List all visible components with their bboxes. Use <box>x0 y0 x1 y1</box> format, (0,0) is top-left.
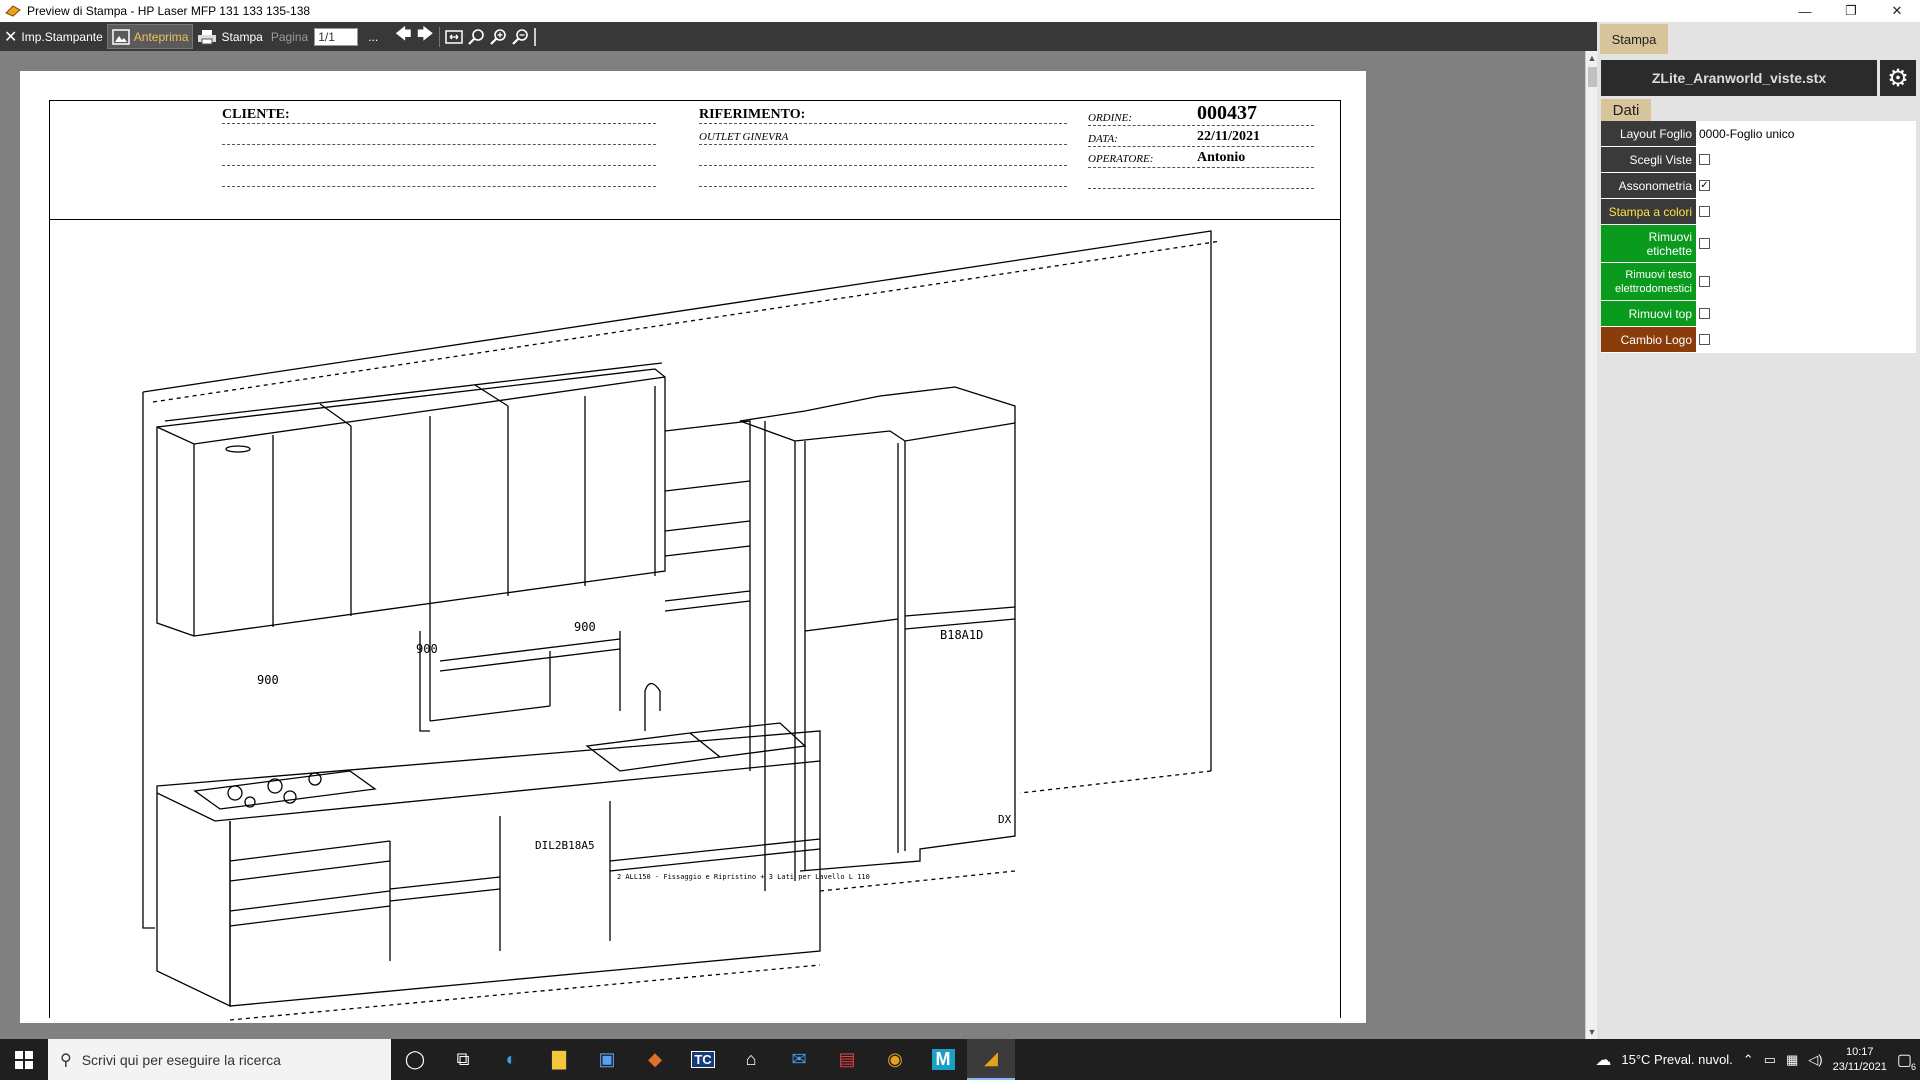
clock[interactable]: 10:17 23/11/2021 <box>1833 1045 1887 1075</box>
close-button[interactable]: ✕ <box>1874 0 1920 22</box>
print-preview-area[interactable]: CLIENTE: RIFERIMENTO: OUTLET GINEVRA ORD… <box>0 51 1585 1039</box>
cloud-icon: ☁ <box>1595 1051 1612 1069</box>
file-explorer-icon[interactable]: ▇ <box>535 1039 583 1080</box>
page-label: Pagina <box>270 29 309 44</box>
scegli-viste-checkbox[interactable] <box>1699 154 1710 165</box>
tab-stampa[interactable]: Stampa <box>1600 24 1668 54</box>
base-unit-label: DIL2B18A5 <box>535 839 595 852</box>
toolbar-separator <box>534 27 537 46</box>
wall-unit-label-2: 900 <box>416 642 438 656</box>
prop-label: Stampa a colori <box>1601 199 1696 224</box>
preview-toolbar: ✕ Imp.Stampante Anteprima Stampa Pagina … <box>0 22 1597 51</box>
arrow-left-icon[interactable]: 🡄 <box>392 26 414 48</box>
prop-rimuovi-testo-elettrodomestici[interactable]: Rimuovi testo elettrodomestici <box>1601 263 1916 301</box>
task-view-icon[interactable]: ⧉ <box>439 1039 487 1080</box>
print-label: Stampa <box>221 29 263 44</box>
rimuovi-testo-checkbox[interactable] <box>1699 276 1710 287</box>
windows-start-icon[interactable] <box>0 1039 48 1080</box>
drawing-note: 2 ALL150 - Fissaggio e Ripristino + 3 La… <box>617 873 870 881</box>
restore-button[interactable]: ❐ <box>1828 0 1874 22</box>
taskbar-search-box[interactable]: ⚲ Scrivi qui per eseguire la ricerca <box>48 1039 391 1080</box>
prop-label: Cambio Logo <box>1601 327 1696 352</box>
prop-label: Rimuovi testo elettrodomestici <box>1601 263 1696 300</box>
chevron-up-icon[interactable]: ⌃ <box>1743 1052 1754 1068</box>
stampa-a-colori-checkbox[interactable] <box>1699 206 1710 217</box>
mail-icon[interactable]: ✉ <box>775 1039 823 1080</box>
zoom-fit-icon[interactable] <box>465 26 487 48</box>
kitchen-app-icon[interactable]: ◢ <box>967 1039 1015 1080</box>
rimuovi-etichette-checkbox[interactable] <box>1699 238 1710 249</box>
tab-dati[interactable]: Dati <box>1601 99 1651 121</box>
document-app-icon[interactable]: ▤ <box>823 1039 871 1080</box>
system-tray: ☁ 15°C Preval. nuvol. ⌃ ▭ ▦ ◁) 10:17 23/… <box>1595 1045 1920 1075</box>
kitchen-axonometric-drawing: 900 900 900 B18A1D DIL2B18A5 DX 2 ALL150… <box>142 230 1222 1021</box>
printer-icon <box>198 29 217 44</box>
preview-page: CLIENTE: RIFERIMENTO: OUTLET GINEVRA ORD… <box>20 71 1366 1023</box>
weather-text[interactable]: 15°C Preval. nuvol. <box>1621 1052 1732 1067</box>
cambio-logo-checkbox[interactable] <box>1699 334 1710 345</box>
prop-label: Scegli Viste <box>1601 147 1696 172</box>
volume-icon[interactable]: ◁) <box>1808 1052 1822 1068</box>
rimuovi-top-checkbox[interactable] <box>1699 308 1710 319</box>
layout-foglio-value[interactable]: 0000-Foglio unico <box>1696 121 1916 146</box>
tc-app-icon[interactable]: TC <box>679 1039 727 1080</box>
store-icon[interactable]: ▣ <box>583 1039 631 1080</box>
prop-rimuovi-top[interactable]: Rimuovi top <box>1601 301 1916 327</box>
arrow-right-icon[interactable]: 🡆 <box>414 26 436 48</box>
clock-date: 23/11/2021 <box>1832 1060 1887 1073</box>
minimize-button[interactable]: — <box>1782 0 1828 22</box>
prop-label: Assonometria <box>1601 173 1696 198</box>
chrome-icon[interactable]: ◉ <box>871 1039 919 1080</box>
color-app-icon[interactable]: ◆ <box>631 1039 679 1080</box>
edge-icon[interactable]: ◐ <box>487 1039 535 1080</box>
prop-label: Rimuovi etichette <box>1601 225 1696 262</box>
network-icon[interactable]: ▦ <box>1786 1052 1798 1068</box>
properties-grid: Layout Foglio 0000-Foglio unico Scegli V… <box>1601 121 1916 353</box>
prop-stampa-a-colori[interactable]: Stampa a colori <box>1601 199 1916 225</box>
prop-label: Layout Foglio <box>1601 121 1696 146</box>
image-icon <box>112 28 130 45</box>
m-app-icon[interactable]: M <box>919 1039 967 1080</box>
prop-scegli-viste[interactable]: Scegli Viste <box>1601 147 1916 173</box>
zoom-out-icon[interactable] <box>509 26 531 48</box>
gear-icon[interactable]: ⚙ <box>1880 60 1916 96</box>
dx-label: DX <box>998 813 1012 826</box>
window-title: Preview di Stampa - HP Laser MFP 131 133… <box>27 4 311 18</box>
prop-assonometria[interactable]: Assonometria ✓ <box>1601 173 1916 199</box>
wall-unit-label-1: 900 <box>257 673 279 687</box>
notification-icon[interactable]: ▢ 6 <box>1897 1050 1916 1072</box>
toolbar-separator <box>439 26 441 47</box>
home-icon[interactable]: ⌂ <box>727 1039 775 1080</box>
assonometria-checkbox[interactable]: ✓ <box>1699 180 1710 191</box>
app-icon <box>5 5 21 17</box>
fit-page-icon[interactable] <box>443 26 465 48</box>
wall-unit-label-3: 900 <box>574 620 596 634</box>
preview-label: Anteprima <box>133 29 189 44</box>
print-button[interactable]: Stampa <box>193 24 266 49</box>
page-number-input[interactable]: 1/1 <box>314 27 359 46</box>
prop-cambio-logo[interactable]: Cambio Logo <box>1601 327 1916 353</box>
printer-settings-label: Imp.Stampante <box>21 29 103 44</box>
tools-icon: ✕ <box>4 28 18 46</box>
search-placeholder: Scrivi qui per eseguire la ricerca <box>81 1051 281 1068</box>
prop-rimuovi-etichette[interactable]: Rimuovi etichette <box>1601 225 1916 263</box>
prop-label: Rimuovi top <box>1601 301 1696 326</box>
preview-button[interactable]: Anteprima <box>106 24 194 49</box>
more-button[interactable]: ... <box>364 24 382 49</box>
printer-settings-button[interactable]: ✕ Imp.Stampante <box>0 24 107 49</box>
title-bar: Preview di Stampa - HP Laser MFP 131 133… <box>0 0 1920 22</box>
scroll-thumb[interactable] <box>1588 67 1597 87</box>
cortana-icon[interactable]: ◯ <box>391 1039 439 1080</box>
zoom-in-icon[interactable] <box>487 26 509 48</box>
device-icon[interactable]: ▭ <box>1764 1052 1776 1068</box>
clock-time: 10:17 <box>1845 1045 1874 1058</box>
windows-taskbar: ⚲ Scrivi qui per eseguire la ricerca ◯ ⧉… <box>0 1039 1920 1080</box>
print-settings-panel: Stampa ZLite_Aranworld_viste.stx ⚙ Dati … <box>1597 22 1920 1039</box>
search-icon: ⚲ <box>60 1051 72 1069</box>
tall-unit-label: B18A1D <box>940 628 983 642</box>
prop-layout-foglio[interactable]: Layout Foglio 0000-Foglio unico <box>1601 121 1916 147</box>
layout-file-name[interactable]: ZLite_Aranworld_viste.stx <box>1601 60 1877 96</box>
notification-count: 6 <box>1910 1061 1916 1072</box>
